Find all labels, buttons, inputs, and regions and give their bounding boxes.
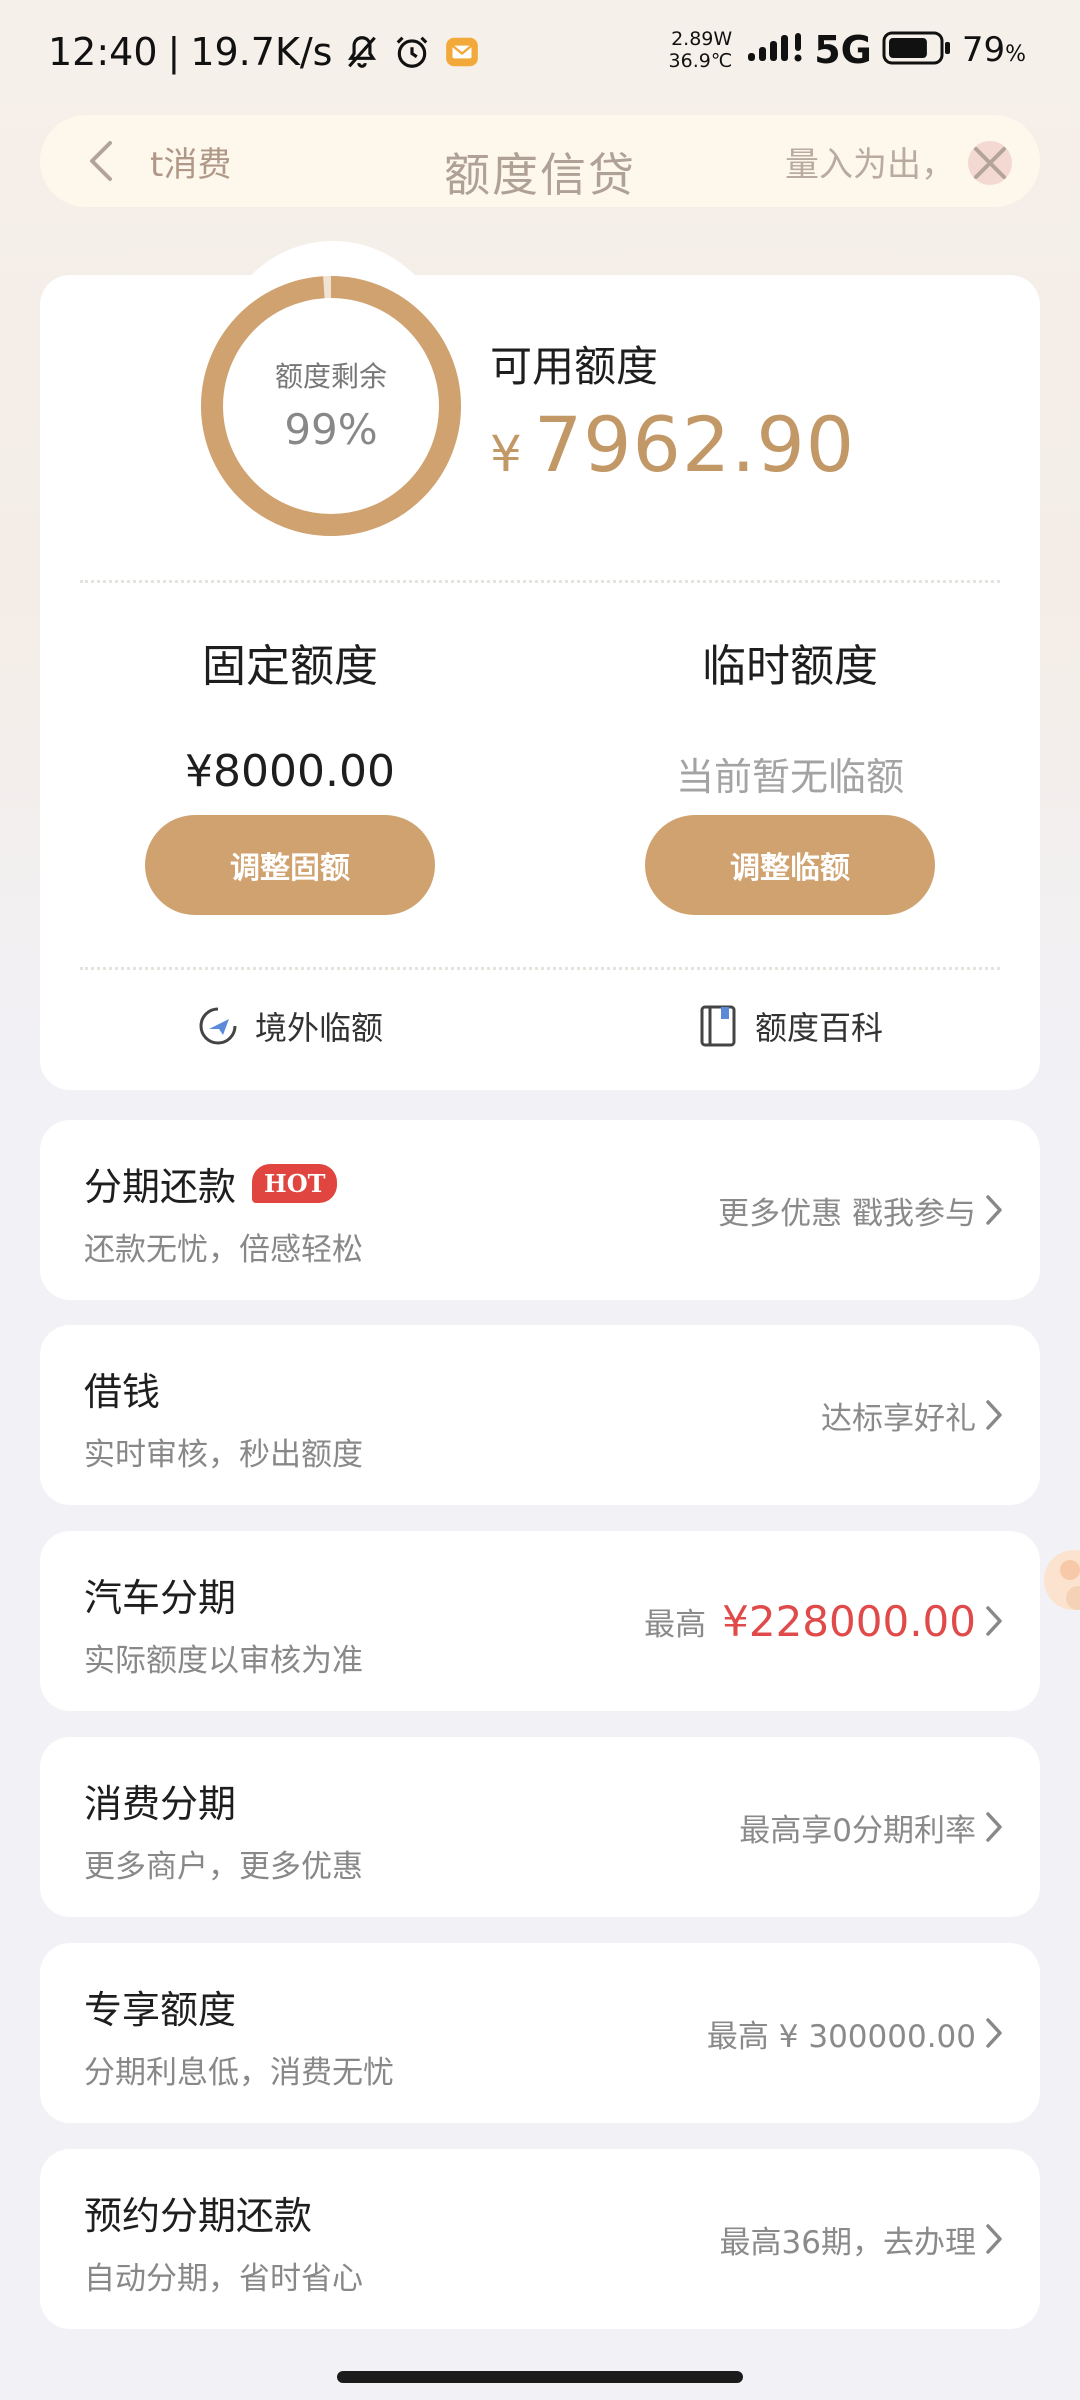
ring-label: 额度剩余 <box>274 360 387 393</box>
list-item-title: 汽车分期 <box>84 1576 237 1620</box>
list-item-right-text: 最高 <box>644 1606 707 1643</box>
chevron-right-icon <box>986 1195 1002 1225</box>
alarm-icon <box>392 32 432 72</box>
fixed-credit-amount: ¥8000.00 <box>185 746 395 797</box>
fixed-credit-label: 固定额度 <box>202 641 378 692</box>
chevron-right-icon <box>986 1400 1002 1430</box>
status-power: 2.89W <box>671 28 733 50</box>
ring-percent: 99% <box>284 405 378 454</box>
status-bar: 12:40 | 19.7K/s 2.89W 36.9℃ 5G 79% <box>0 0 1080 105</box>
list-item-subtitle: 分期利息低，消费无忧 <box>84 2055 394 2091</box>
status-separator: | <box>167 30 181 74</box>
overseas-label: 境外临额 <box>255 1009 384 1047</box>
list-item-subtitle: 实时审核，秒出额度 <box>84 1437 363 1473</box>
list-item-subtitle: 更多商户，更多优惠 <box>84 1849 363 1885</box>
bell-muted-icon <box>342 32 382 72</box>
list-item-car-installment[interactable]: 汽车分期 实际额度以审核为准 最高 ¥228000.00 <box>40 1531 1040 1711</box>
list-item-scheduled-installment[interactable]: 预约分期还款 自动分期，省时省心 最高36期，去办理 <box>40 2149 1040 2329</box>
network-type: 5G <box>814 28 872 72</box>
currency-symbol: ¥ <box>490 425 522 483</box>
list-item-right-text: 更多优惠 戳我参与 <box>718 1195 976 1232</box>
list-item-subtitle: 还款无忧，倍感轻松 <box>84 1232 363 1268</box>
chevron-right-icon <box>986 2018 1002 2048</box>
floating-widget-icon[interactable] <box>1034 1520 1080 1640</box>
mail-notification-icon <box>442 32 482 72</box>
remaining-credit-ring: 额度剩余 99% <box>158 241 503 585</box>
hot-badge: HOT <box>252 1164 338 1203</box>
list-item-subtitle: 自动分期，省时省心 <box>84 2261 363 2297</box>
wiki-label: 额度百科 <box>755 1009 884 1047</box>
temp-credit-value: 当前暂无临额 <box>675 755 904 799</box>
list-item-right-highlight: ¥228000.00 <box>722 1596 976 1646</box>
list-item-title: 消费分期 <box>84 1782 237 1826</box>
list-item-right-text: 最高 ¥ 300000.00 <box>706 2018 976 2055</box>
credit-summary-card: 额度剩余 99% 可用额度 ¥ 7962.90 固定额度 ¥8000.00 临时… <box>40 241 1040 1090</box>
adjust-fixed-credit-button[interactable]: 调整固额 <box>145 815 435 915</box>
credit-wiki-link[interactable]: 额度百科 <box>695 1003 883 1049</box>
divider <box>80 580 1000 583</box>
chevron-right-icon <box>986 2224 1002 2254</box>
close-icon[interactable] <box>960 133 1020 193</box>
battery-percent: 79 <box>961 30 1006 70</box>
status-time: 12:40 <box>48 30 158 74</box>
status-net-speed: 19.7K/s <box>190 30 333 74</box>
list-item-subtitle: 实际额度以审核为准 <box>84 1643 363 1679</box>
list-item-installment-repay[interactable]: 分期还款 HOT 还款无忧，倍感轻松 更多优惠 戳我参与 <box>40 1120 1040 1300</box>
list-item-consumer-installment[interactable]: 消费分期 更多商户，更多优惠 最高享0分期利率 <box>40 1737 1040 1917</box>
available-credit-amount: ¥ 7962.90 <box>490 400 855 489</box>
chevron-right-icon <box>986 1812 1002 1842</box>
chevron-right-icon <box>986 1606 1002 1636</box>
available-credit-label: 可用额度 <box>490 342 659 391</box>
status-temperature: 36.9℃ <box>668 50 733 72</box>
overseas-plane-icon <box>195 1003 241 1049</box>
fixed-credit-section: 固定额度 ¥8000.00 <box>125 630 455 797</box>
overseas-temp-credit-link[interactable]: 境外临额 <box>195 1003 383 1049</box>
list-item-title: 专享额度 <box>84 1988 237 2032</box>
adjust-temp-credit-button[interactable]: 调整临额 <box>645 815 935 915</box>
home-indicator[interactable] <box>337 2371 743 2383</box>
list-item-right-text: 达标享好礼 <box>821 1400 976 1437</box>
list-item-right-text: 最高36期，去办理 <box>719 2224 976 2261</box>
available-amount-value: 7962.90 <box>533 400 856 489</box>
list-item-right-text: 最高享0分期利率 <box>739 1812 976 1849</box>
divider <box>80 967 1000 970</box>
list-item-title: 预约分期还款 <box>84 2194 313 2238</box>
temp-credit-label: 临时额度 <box>702 641 878 692</box>
book-icon <box>695 1003 741 1049</box>
battery-unit: % <box>1005 42 1026 67</box>
header-marquee-right: 量入为出， <box>785 145 945 185</box>
signal-icon <box>748 31 804 69</box>
page-header: t消费 额度信贷 量入为出， <box>40 115 1040 207</box>
temp-credit-section: 临时额度 当前暂无临额 <box>625 630 955 801</box>
list-item-title: 借钱 <box>84 1370 161 1414</box>
battery-icon <box>882 30 952 70</box>
list-item-borrow[interactable]: 借钱 实时审核，秒出额度 达标享好礼 <box>40 1325 1040 1505</box>
list-item-title: 分期还款 <box>84 1165 237 1209</box>
list-item-exclusive-credit[interactable]: 专享额度 分期利息低，消费无忧 最高 ¥ 300000.00 <box>40 1943 1040 2123</box>
